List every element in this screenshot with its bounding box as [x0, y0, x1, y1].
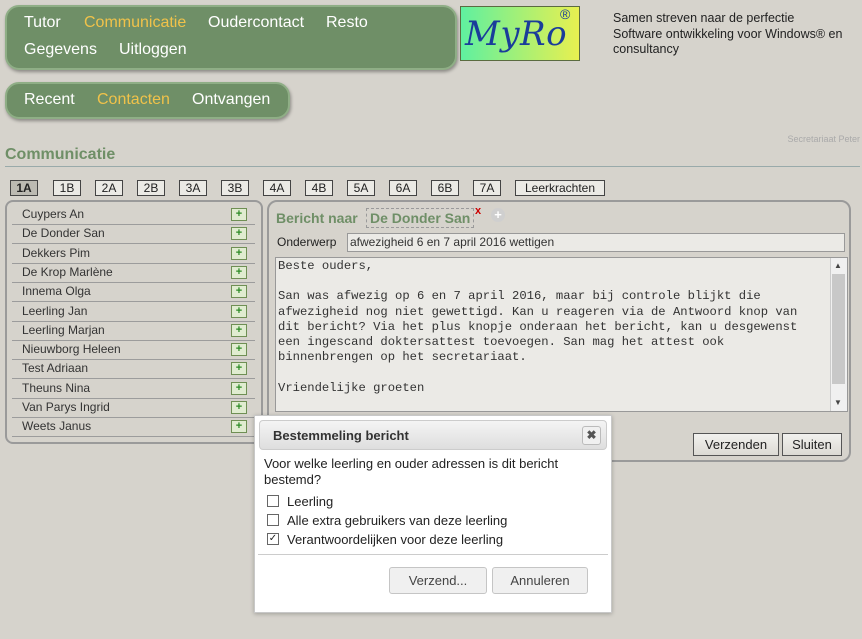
nav-tutor[interactable]: Tutor [24, 14, 61, 32]
student-list: Cuypers An + De Donder San + Dekkers Pim + … [5, 200, 263, 444]
add-contact-icon[interactable]: + [231, 305, 247, 318]
add-contact-icon[interactable]: + [231, 227, 247, 240]
student-name: Theuns Nina [22, 381, 91, 395]
student-name: Leerling Jan [22, 304, 88, 318]
option-label: Alle extra gebruikers van deze leerling [287, 513, 508, 528]
tagline-line-2: Software ontwikkeling voor Windows® en [613, 26, 843, 41]
tab-1b[interactable]: 1B [53, 180, 81, 196]
current-user: Secretariaat Peter [787, 134, 860, 144]
scroll-down-icon[interactable]: ▼ [834, 398, 842, 407]
option-label: Verantwoordelijken voor deze leerling [287, 532, 504, 547]
add-contact-icon[interactable]: + [231, 285, 247, 298]
recipient-dialog: Bestemmeling bericht ✖ Voor welke leerli… [254, 415, 612, 613]
logo-registered: ® [560, 6, 571, 22]
message-body-textarea[interactable]: Beste ouders, San was afwezig op 6 en 7 … [275, 257, 848, 412]
subject-input[interactable]: afwezigheid 6 en 7 april 2016 wettigen [347, 233, 845, 252]
student-row[interactable]: Van Parys Ingrid + [12, 398, 255, 418]
tagline-line-1: Samen streven naar de perfectie [613, 11, 795, 25]
subnav-ontvangen[interactable]: Ontvangen [192, 91, 270, 109]
option-label: Leerling [287, 494, 334, 509]
add-contact-icon[interactable]: + [231, 208, 247, 221]
tab-1a[interactable]: 1A [10, 180, 38, 196]
add-contact-icon[interactable]: + [231, 420, 247, 433]
scroll-thumb[interactable] [832, 274, 845, 384]
dialog-titlebar[interactable]: Bestemmeling bericht ✖ [259, 420, 607, 450]
student-name: Nieuwborg Heleen [22, 342, 121, 356]
tab-4b[interactable]: 4B [305, 180, 333, 196]
tab-4a[interactable]: 4A [263, 180, 291, 196]
tab-3a[interactable]: 3A [179, 180, 207, 196]
tagline-line-3: consultancy [613, 42, 680, 56]
student-name: Weets Janus [22, 419, 92, 433]
divider [5, 166, 860, 167]
nav-gegevens[interactable]: Gegevens [24, 41, 97, 59]
close-button[interactable]: Sluiten [782, 433, 842, 456]
student-row[interactable]: Weets Janus + [12, 417, 255, 437]
student-row[interactable]: Dekkers Pim + [12, 244, 255, 264]
student-name: Cuypers An [22, 207, 85, 221]
add-contact-icon[interactable]: + [231, 362, 247, 375]
nav-oudercontact[interactable]: Oudercontact [208, 14, 304, 32]
add-contact-icon[interactable]: + [231, 401, 247, 414]
dialog-close-icon[interactable]: ✖ [582, 426, 601, 445]
tab-6a[interactable]: 6A [389, 180, 417, 196]
tagline: Samen streven naar de perfectie Software… [613, 11, 862, 58]
student-row[interactable]: Test Adriaan + [12, 359, 255, 379]
student-name: Test Adriaan [22, 361, 89, 375]
student-name: De Donder San [22, 226, 105, 240]
dialog-title: Bestemmeling bericht [273, 428, 409, 443]
sub-nav: Recent Contacten Ontvangen [5, 82, 290, 119]
nav-communicatie[interactable]: Communicatie [84, 14, 186, 32]
tab-2a[interactable]: 2A [95, 180, 123, 196]
student-row[interactable]: Innema Olga + [12, 282, 255, 302]
recipient-chip[interactable]: De Donder San [366, 208, 475, 228]
student-row[interactable]: De Krop Marlène + [12, 263, 255, 283]
student-name: Leerling Marjan [22, 323, 105, 337]
scroll-up-icon[interactable]: ▲ [834, 261, 842, 270]
add-contact-icon[interactable]: + [231, 266, 247, 279]
add-contact-icon[interactable]: + [231, 324, 247, 337]
subject-label: Onderwerp [277, 235, 337, 249]
student-name: Van Parys Ingrid [22, 400, 110, 414]
subnav-contacten[interactable]: Contacten [97, 91, 170, 109]
student-row[interactable]: Leerling Jan + [12, 302, 255, 322]
student-name: Dekkers Pim [22, 246, 91, 260]
checkbox-extra-users[interactable] [267, 514, 279, 526]
student-name: Innema Olga [22, 284, 91, 298]
add-recipient-icon[interactable]: + [491, 208, 505, 222]
logo-text: MyRo [465, 14, 568, 54]
tab-5a[interactable]: 5A [347, 180, 375, 196]
tab-7a[interactable]: 7A [473, 180, 501, 196]
checkbox-responsibles[interactable]: ✓ [267, 533, 279, 545]
main-nav: Tutor Communicatie Oudercontact Resto Ge… [5, 5, 457, 70]
remove-recipient-icon[interactable]: x [475, 205, 481, 217]
student-row[interactable]: Leerling Marjan + [12, 321, 255, 341]
checkbox-leerling[interactable] [267, 495, 279, 507]
student-row[interactable]: Theuns Nina + [12, 379, 255, 399]
tab-2b[interactable]: 2B [137, 180, 165, 196]
add-contact-icon[interactable]: + [231, 247, 247, 260]
student-row[interactable]: Nieuwborg Heleen + [12, 340, 255, 360]
nav-resto[interactable]: Resto [326, 14, 368, 32]
dialog-divider [258, 554, 608, 555]
add-contact-icon[interactable]: + [231, 382, 247, 395]
page-title: Communicatie [5, 146, 116, 163]
student-name: De Krop Marlène [22, 265, 113, 279]
myro-logo: MyRo ® [460, 6, 580, 61]
send-button[interactable]: Verzenden [693, 433, 779, 456]
to-label: Bericht naar [276, 210, 358, 226]
add-contact-icon[interactable]: + [231, 343, 247, 356]
message-body-text: Beste ouders, San was afwezig op 6 en 7 … [278, 259, 798, 395]
tab-leerkrachten[interactable]: Leerkrachten [515, 180, 605, 196]
tab-3b[interactable]: 3B [221, 180, 249, 196]
dialog-send-button[interactable]: Verzend... [389, 567, 487, 594]
tab-6b[interactable]: 6B [431, 180, 459, 196]
scrollbar[interactable]: ▲ ▼ [830, 258, 847, 411]
dialog-question: Voor welke leerling en ouder adressen is… [264, 456, 559, 487]
dialog-cancel-button[interactable]: Annuleren [492, 567, 588, 594]
subnav-recent[interactable]: Recent [24, 91, 75, 109]
student-row[interactable]: Cuypers An + [12, 205, 255, 225]
nav-uitloggen[interactable]: Uitloggen [119, 41, 187, 59]
student-row[interactable]: De Donder San + [12, 224, 255, 244]
